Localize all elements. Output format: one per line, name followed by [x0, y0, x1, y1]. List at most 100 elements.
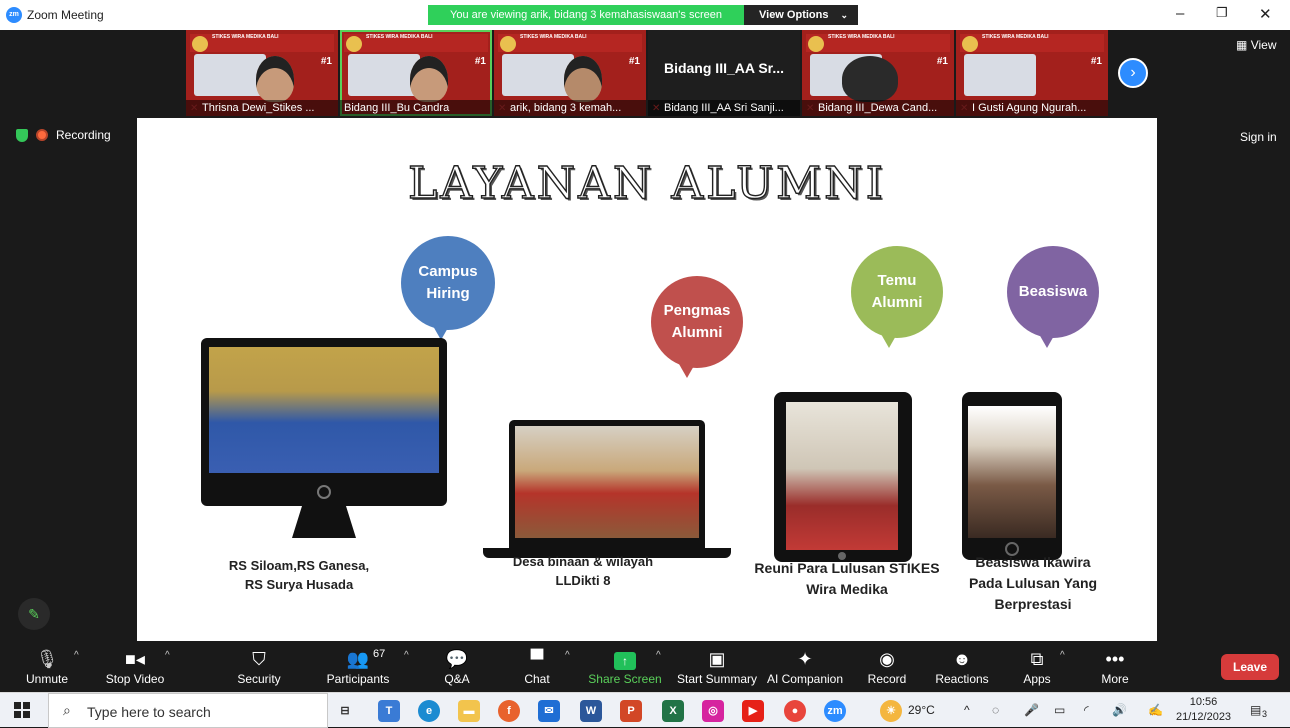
qa-icon: 💬: [445, 649, 469, 669]
meeting-toolbar: 🎙 Unmute ^ ■◂ Stop Video ^ ⛉ Security 👥 …: [0, 642, 1290, 692]
task-view-icon[interactable]: ⊟: [334, 700, 356, 722]
institution-seal-icon: [346, 36, 362, 52]
file-explorer-icon[interactable]: ▬: [458, 700, 480, 722]
powerpoint-icon[interactable]: P: [620, 700, 642, 722]
notifications-icon[interactable]: ▤: [1250, 703, 1261, 717]
ai-companion-button[interactable]: ✦ AI Companion: [760, 646, 850, 686]
excel-icon[interactable]: X: [662, 700, 684, 722]
apps-options-caret-icon[interactable]: ^: [1060, 650, 1065, 661]
teams-icon[interactable]: T: [378, 700, 400, 722]
audio-options-caret-icon[interactable]: ^: [74, 650, 79, 661]
meet-now-icon[interactable]: ◌: [992, 703, 999, 717]
instagram-icon[interactable]: ◎: [702, 700, 724, 722]
chevron-down-icon: ⌄: [840, 10, 848, 20]
view-layout-button[interactable]: ▦ View: [1236, 38, 1276, 52]
app-title: zm Zoom Meeting: [6, 7, 104, 23]
weather-icon[interactable]: ☀: [880, 700, 902, 722]
window-title: Zoom Meeting: [27, 8, 104, 22]
system-clock[interactable]: 10:56 21/12/2023: [1176, 695, 1231, 725]
chat-options-caret-icon[interactable]: ^: [565, 650, 570, 661]
leave-button[interactable]: Leave: [1221, 654, 1279, 680]
start-summary-label: Start Summary: [676, 672, 757, 686]
bubble-pengmas-alumni: Pengmas Alumni: [651, 276, 743, 378]
microphone-tray-icon[interactable]: 🎤: [1024, 703, 1039, 717]
bubble-label: Campus Hiring: [418, 263, 478, 302]
pen-workspace-icon[interactable]: ✍: [1148, 703, 1163, 717]
edge-browser-icon[interactable]: e: [418, 700, 440, 722]
bubble-label: Temu Alumni: [871, 272, 923, 311]
bubble-campus-hiring: Campus Hiring: [401, 236, 495, 340]
security-shield-icon: [16, 128, 28, 142]
sign-in-link[interactable]: Sign in: [1240, 130, 1277, 144]
participants-button[interactable]: 👥 Participants: [313, 646, 403, 686]
participant-video: [410, 56, 448, 102]
taskbar-search-box[interactable]: ⌕ Type here to search: [48, 693, 328, 728]
tablet-graphic: [774, 392, 912, 562]
institution-seal-icon: [500, 36, 516, 52]
participant-tile[interactable]: Bidang III_AA Sr... ✕ Bidang III_AA Sri …: [648, 30, 800, 116]
poster-header: STIKES WIRA MEDIKA BALI: [190, 34, 334, 52]
annotate-pen-button[interactable]: ✎: [18, 598, 50, 630]
wifi-icon[interactable]: ◜: [1084, 703, 1089, 717]
poster-rank: #1: [936, 56, 948, 67]
share-screen-label: Share Screen: [588, 672, 662, 686]
participant-tile[interactable]: STIKES WIRA MEDIKA BALI #1 ✕ Bidang III_…: [802, 30, 954, 116]
recording-label: Recording: [56, 128, 111, 142]
chrome-icon[interactable]: ●: [784, 700, 806, 722]
word-icon[interactable]: W: [580, 700, 602, 722]
apps-button[interactable]: ⧉ Apps: [992, 646, 1082, 686]
participant-display-name: Bidang III_AA Sr...: [663, 60, 785, 76]
show-hidden-icons-icon[interactable]: ^: [964, 703, 970, 717]
participant-tile[interactable]: STIKES WIRA MEDIKA BALI #1 ✕ arik, bidan…: [494, 30, 646, 116]
poster-rank: #1: [474, 56, 486, 67]
participant-tile[interactable]: STIKES WIRA MEDIKA BALI #1 ✕ I Gusti Agu…: [956, 30, 1108, 116]
participants-options-caret-icon[interactable]: ^: [404, 650, 409, 661]
participant-name: arik, bidang 3 kemah...: [494, 100, 646, 116]
institution-seal-icon: [808, 36, 824, 52]
minimize-button[interactable]: –: [1176, 5, 1184, 22]
participants-label: Participants: [326, 672, 390, 686]
people-icon: 👥: [346, 649, 370, 669]
sparkle-icon: ✦: [797, 649, 813, 669]
more-button[interactable]: ••• More: [1070, 646, 1160, 686]
maximize-button[interactable]: ❐: [1216, 5, 1228, 21]
youtube-icon[interactable]: ▶: [742, 700, 764, 722]
participant-tile[interactable]: STIKES WIRA MEDIKA BALI #1 ✕ Thrisna Dew…: [186, 30, 338, 116]
ai-companion-label: AI Companion: [766, 672, 844, 686]
next-participants-button[interactable]: ›: [1118, 58, 1148, 88]
monitor-graphic: [201, 338, 447, 506]
security-label: Security: [237, 672, 281, 686]
share-options-caret-icon[interactable]: ^: [656, 650, 661, 661]
participant-video: [564, 56, 602, 102]
poster-header: STIKES WIRA MEDIKA BALI: [344, 34, 488, 52]
participant-name: Thrisna Dewi_Stikes ...: [186, 100, 338, 116]
poster-header: STIKES WIRA MEDIKA BALI: [960, 34, 1104, 52]
volume-icon[interactable]: 🔊: [1112, 703, 1127, 717]
poster-rank: #1: [628, 56, 640, 67]
view-label: View: [1250, 38, 1277, 52]
security-button[interactable]: ⛉ Security: [214, 646, 304, 686]
windows-start-icon[interactable]: [14, 702, 30, 718]
temperature-label[interactable]: 29°C: [908, 703, 935, 717]
zoom-taskbar-icon[interactable]: zm: [824, 700, 846, 722]
battery-icon[interactable]: ▭: [1054, 703, 1065, 717]
pen-icon: ✎: [28, 606, 40, 622]
zoom-logo-icon: zm: [6, 7, 22, 23]
clock-time: 10:56: [1189, 696, 1218, 708]
institution-seal-icon: [962, 36, 978, 52]
participant-strip: STIKES WIRA MEDIKA BALI #1 ✕ Thrisna Dew…: [186, 30, 1108, 116]
start-summary-button[interactable]: ▣ Start Summary: [672, 646, 762, 686]
institution-seal-icon: [192, 36, 208, 52]
participant-name: Bidang III_Dewa Cand...: [802, 100, 954, 116]
grid-icon: ▦: [1236, 38, 1248, 52]
slide-title: LAYANAN ALUMNI: [407, 157, 886, 209]
close-button[interactable]: ✕: [1259, 5, 1272, 23]
participant-tile-active[interactable]: STIKES WIRA MEDIKA BALI #1 Bidang III_Bu…: [340, 30, 492, 116]
unmute-label: Unmute: [25, 672, 69, 686]
firefox-icon[interactable]: f: [498, 700, 520, 722]
mail-icon[interactable]: ✉: [538, 700, 560, 722]
view-options-button[interactable]: View Options ⌄: [744, 5, 858, 25]
qa-button[interactable]: 💬 Q&A: [412, 646, 502, 686]
clock-date: 21/12/2023: [1176, 711, 1232, 723]
video-options-caret-icon[interactable]: ^: [165, 650, 170, 661]
